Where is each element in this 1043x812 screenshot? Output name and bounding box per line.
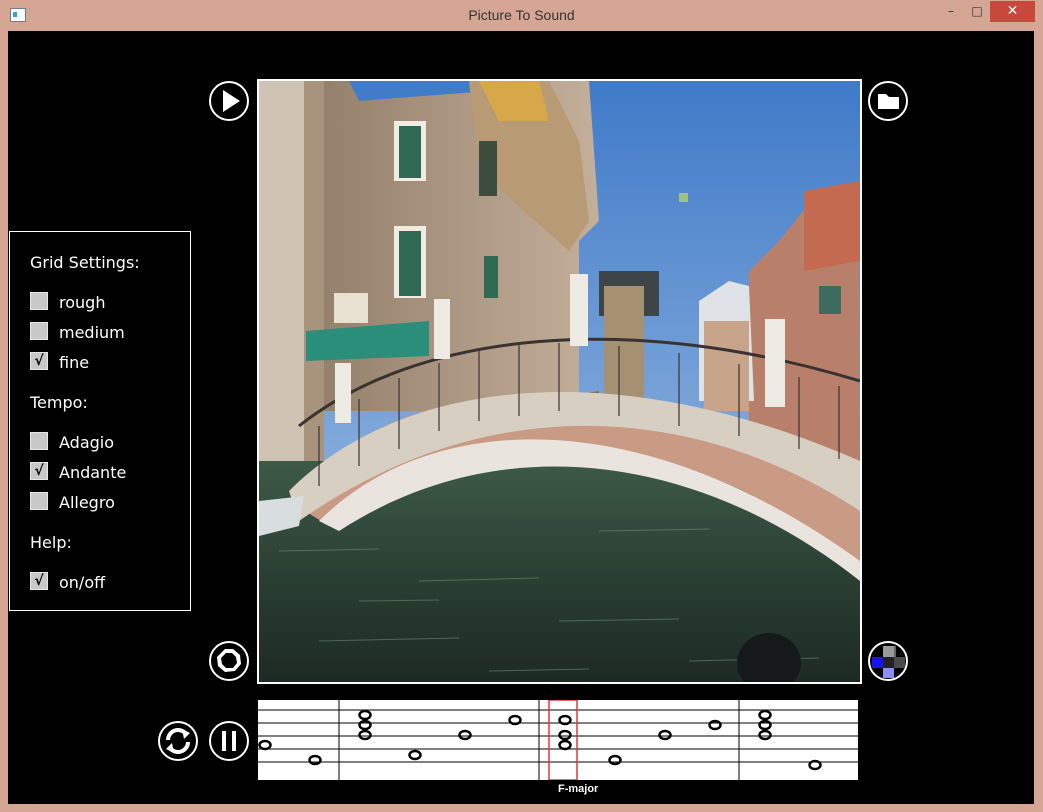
medium-checkbox[interactable] [30, 322, 48, 340]
fine-checkmark: √ [34, 353, 44, 369]
allegro-label[interactable]: Allegro [59, 493, 115, 512]
close-button[interactable]: ✕ [990, 1, 1035, 22]
adagio-label[interactable]: Adagio [59, 433, 114, 452]
refresh-icon [166, 728, 190, 754]
help-label[interactable]: on/off [59, 573, 105, 592]
adagio-checkbox[interactable] [30, 432, 48, 450]
andante-label[interactable]: Andante [59, 463, 126, 482]
tempo-heading: Tempo: [30, 393, 88, 412]
color-grid-button[interactable] [868, 641, 908, 681]
andante-checkmark: √ [34, 463, 44, 479]
music-staff[interactable] [258, 700, 858, 780]
minimize-button[interactable]: – [937, 1, 965, 22]
pause-icon [222, 731, 236, 751]
help-checkbox[interactable]: √ [30, 572, 48, 590]
rough-checkbox[interactable] [30, 292, 48, 310]
chord-label: F-major [558, 783, 599, 795]
open-file-button[interactable] [868, 81, 908, 121]
settings-button[interactable] [209, 641, 249, 681]
octagon-icon [217, 649, 241, 672]
andante-checkbox[interactable]: √ [30, 462, 48, 480]
chord-label-row: F-major [0, 783, 1043, 799]
rough-label[interactable]: rough [59, 293, 105, 312]
medium-label[interactable]: medium [59, 323, 125, 342]
pause-button[interactable] [209, 721, 249, 761]
play-icon [223, 90, 240, 112]
grid-settings-heading: Grid Settings: [30, 253, 140, 272]
venice-photo [259, 81, 860, 682]
help-heading: Help: [30, 533, 72, 552]
title-bar: Picture To Sound – □ ✕ [0, 0, 1043, 31]
allegro-checkbox[interactable] [30, 492, 48, 510]
fine-checkbox[interactable]: √ [30, 352, 48, 370]
window-title: Picture To Sound [468, 7, 575, 23]
refresh-button[interactable] [158, 721, 198, 761]
maximize-button[interactable]: □ [963, 1, 991, 22]
color-grid-icon [872, 646, 905, 678]
picture-view[interactable] [257, 79, 862, 684]
fine-label[interactable]: fine [59, 353, 89, 372]
play-button[interactable] [209, 81, 249, 121]
help-checkmark: √ [34, 573, 44, 589]
settings-panel: Grid Settings: rough medium √ fine Tempo… [9, 231, 191, 611]
folder-icon [878, 94, 899, 109]
